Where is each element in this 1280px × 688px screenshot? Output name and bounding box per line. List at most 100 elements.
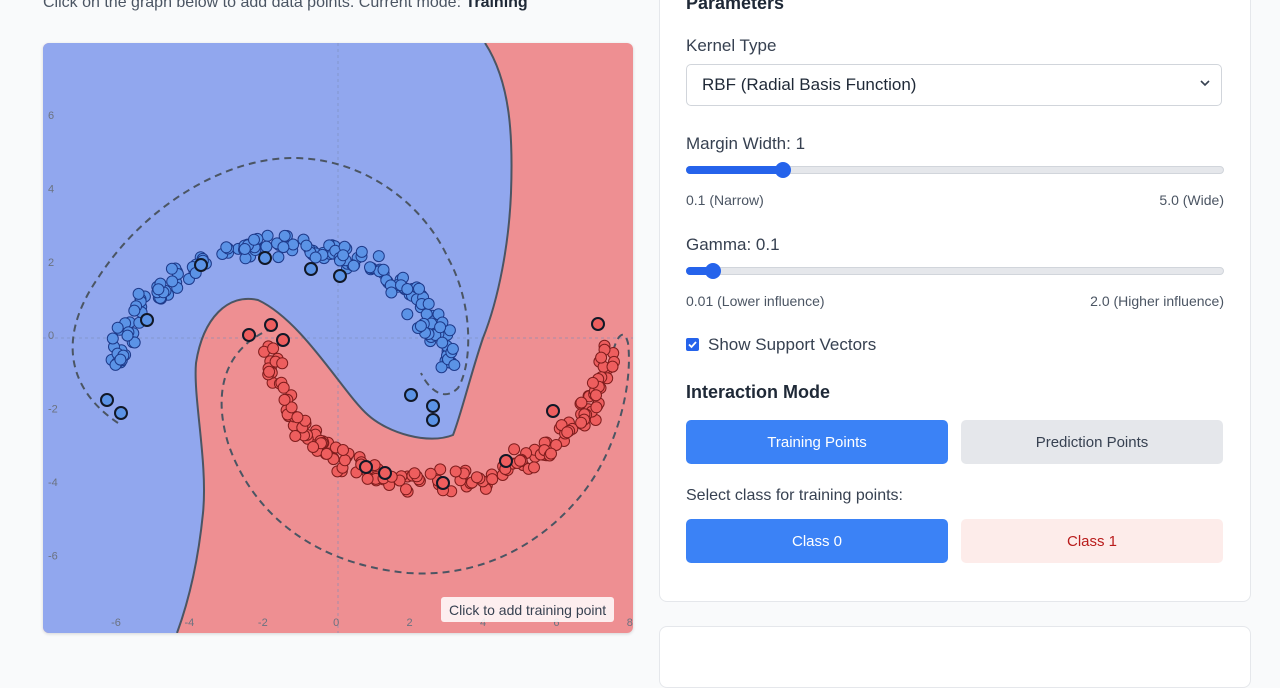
- class0-point: [414, 320, 427, 332]
- class0-point: [364, 261, 376, 274]
- x-tick-label: -6: [111, 617, 121, 629]
- class1-point: [486, 473, 499, 486]
- class1-point: [590, 401, 603, 414]
- margin-width-label: Margin Width: 1: [686, 134, 806, 153]
- class0-support-vector: [100, 393, 114, 407]
- y-tick-label: 6: [48, 110, 54, 122]
- class0-point: [401, 308, 414, 321]
- kernel-type-value: RBF (Radial Basis Function): [702, 75, 917, 94]
- class1-support-vector: [436, 476, 450, 490]
- class1-point: [575, 416, 588, 429]
- class1-support-vector: [359, 460, 373, 474]
- slider-thumb[interactable]: [704, 263, 721, 279]
- class0-point: [434, 321, 447, 334]
- plot-canvas[interactable]: -6 -4 -2 0 2 4 6 86420-2-4-6: [43, 43, 633, 633]
- slider-track: [686, 267, 1224, 275]
- class0-point: [446, 342, 459, 355]
- plot-hint: Click to add training point: [441, 597, 615, 622]
- class1-point: [277, 381, 290, 394]
- class1-point: [320, 447, 333, 460]
- instructions-label: Click on the graph below to add data poi…: [43, 0, 466, 11]
- class0-point: [166, 275, 179, 288]
- class0-point: [347, 259, 360, 272]
- kernel-type-label: Kernel Type: [686, 36, 777, 55]
- interaction-mode-title: Interaction Mode: [686, 382, 831, 402]
- class1-support-vector: [378, 466, 392, 480]
- class0-point: [261, 229, 274, 242]
- class0-point: [128, 304, 141, 317]
- class1-support-vector: [546, 404, 560, 418]
- class1-point: [575, 396, 588, 409]
- class0-support-vector: [426, 413, 440, 427]
- class0-support-vector: [140, 313, 154, 327]
- class1-support-vector: [499, 454, 513, 468]
- show-support-vectors-label[interactable]: Show Support Vectors: [708, 335, 876, 355]
- class0-support-vector: [114, 406, 128, 420]
- training-points-button[interactable]: Training Points: [686, 420, 948, 464]
- class1-point: [291, 411, 304, 424]
- y-tick-label: -4: [48, 477, 58, 489]
- class1-support-vector: [242, 328, 256, 342]
- chevron-down-icon: [1199, 77, 1211, 92]
- class0-point: [436, 336, 449, 349]
- class0-point: [300, 239, 313, 252]
- class0-point: [165, 262, 178, 275]
- margin-max-label: 5.0 (Wide): [1159, 192, 1224, 208]
- parameters-panel: Parameters Kernel Type RBF (Radial Basis…: [659, 0, 1251, 602]
- class1-point: [408, 467, 421, 480]
- class1-point: [545, 447, 557, 460]
- check-icon: [688, 341, 697, 349]
- slider-fill: [686, 166, 783, 174]
- class1-support-vector: [264, 318, 278, 332]
- y-tick-label: 0: [48, 330, 54, 342]
- class0-point: [372, 250, 385, 263]
- class0-point: [355, 245, 368, 258]
- x-tick-label: 0: [333, 617, 339, 629]
- class1-point: [595, 351, 608, 364]
- class0-point: [413, 282, 425, 295]
- class0-point: [238, 243, 251, 255]
- class0-button[interactable]: Class 0: [686, 519, 948, 563]
- x-tick-label: 2: [407, 617, 413, 629]
- class0-support-vector: [194, 258, 208, 272]
- parameters-title: Parameters: [686, 0, 785, 13]
- class1-point: [361, 472, 374, 485]
- prediction-points-button[interactable]: Prediction Points: [961, 420, 1223, 464]
- gamma-slider[interactable]: [686, 263, 1224, 279]
- show-support-vectors-checkbox[interactable]: [686, 338, 699, 351]
- class0-point: [132, 287, 145, 300]
- y-tick-label: 4: [48, 183, 54, 195]
- secondary-panel: [659, 626, 1251, 688]
- class1-point: [561, 426, 574, 439]
- class1-point: [278, 393, 291, 406]
- x-tick-label: -2: [258, 617, 268, 629]
- class0-point: [277, 241, 290, 254]
- y-tick-label: 2: [48, 257, 54, 269]
- class1-button[interactable]: Class 1: [961, 519, 1223, 563]
- class0-point: [106, 332, 119, 345]
- class1-point: [276, 357, 289, 370]
- class0-point: [443, 324, 456, 337]
- class1-point: [338, 454, 351, 467]
- gamma-max-label: 2.0 (Higher influence): [1090, 293, 1224, 309]
- class0-point: [385, 286, 398, 299]
- x-tick-label: -4: [185, 617, 195, 629]
- class0-point: [309, 251, 322, 264]
- class0-support-vector: [333, 269, 347, 283]
- class0-point: [448, 359, 461, 371]
- svm-plot[interactable]: -6 -4 -2 0 2 4 6 8 6 4 2 0 -2 -4 -6: [43, 43, 633, 633]
- class1-point: [337, 444, 349, 456]
- slider-thumb[interactable]: [774, 162, 791, 178]
- class0-point: [401, 283, 414, 295]
- class1-support-vector: [276, 333, 290, 347]
- class1-point: [586, 376, 599, 389]
- class0-support-vector: [426, 399, 440, 413]
- class0-point: [152, 283, 165, 296]
- class0-support-vector: [404, 388, 418, 402]
- class0-point: [121, 329, 134, 342]
- class-prompt: Select class for training points:: [686, 487, 903, 504]
- class0-point: [422, 297, 435, 310]
- margin-width-slider[interactable]: [686, 162, 1224, 178]
- class1-point: [508, 443, 521, 456]
- kernel-type-select[interactable]: RBF (Radial Basis Function): [686, 64, 1222, 106]
